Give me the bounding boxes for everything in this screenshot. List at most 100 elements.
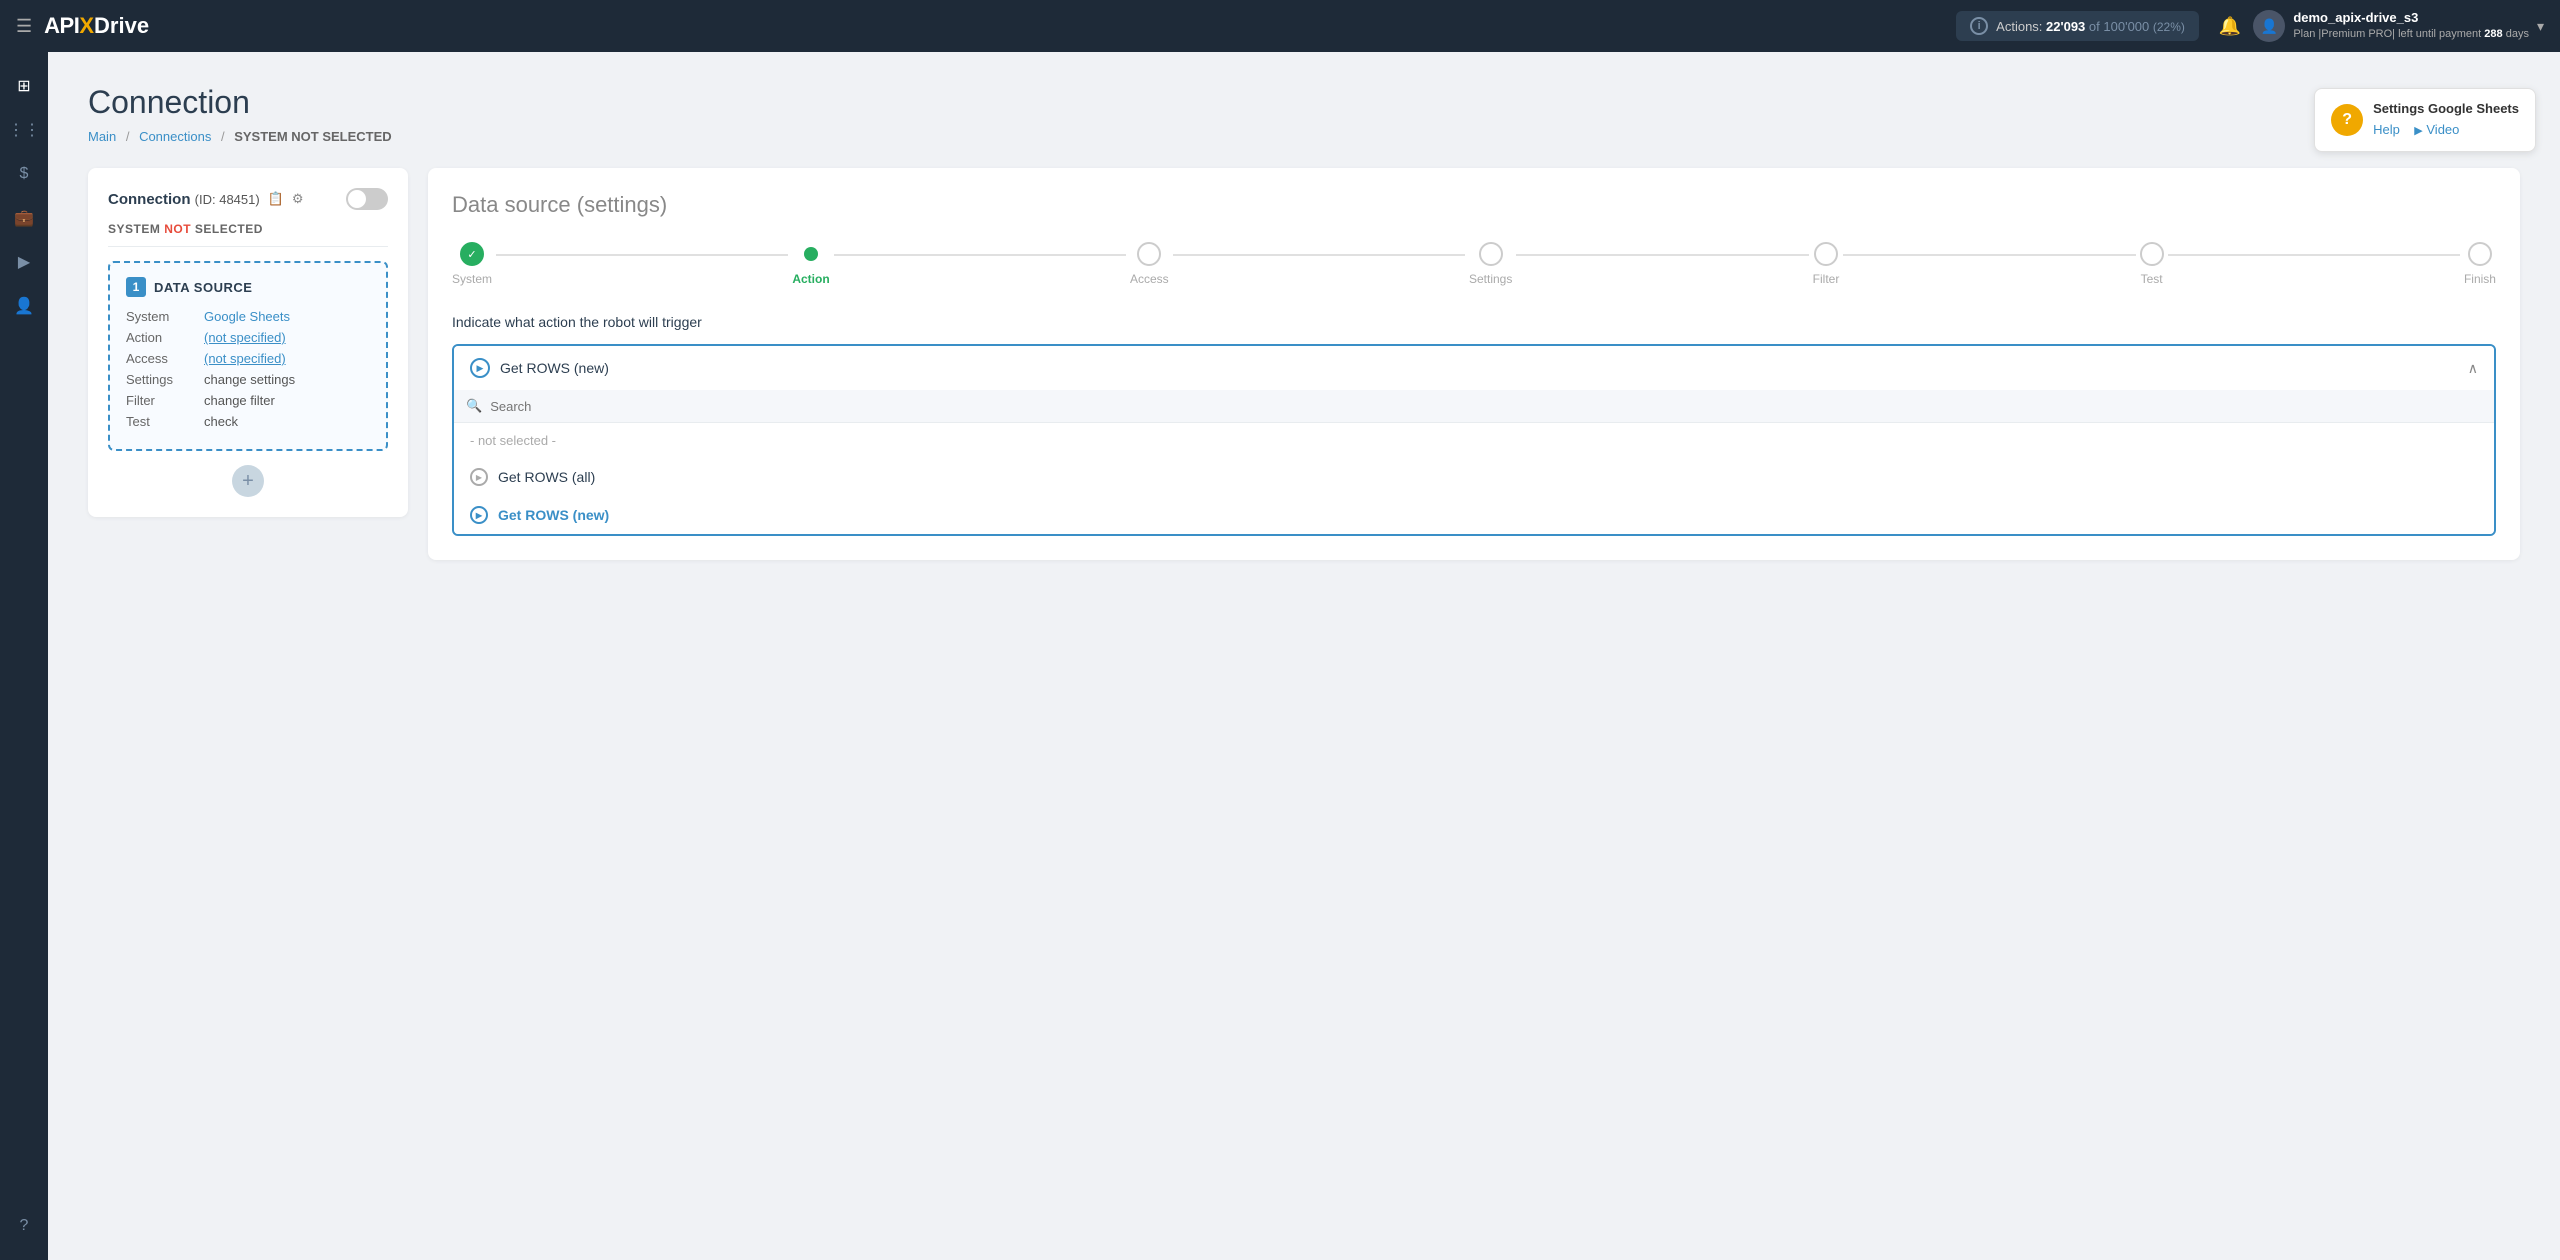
ds-label: DATA SOURCE — [154, 280, 252, 295]
breadcrumb-current: SYSTEM NOT SELECTED — [234, 129, 391, 144]
toggle-switch[interactable] — [346, 188, 388, 210]
step-circle-action — [804, 247, 818, 261]
user-area: 👤 demo_apix-drive_s3 Plan |Premium PRO| … — [2253, 10, 2544, 42]
steps: ✓ System Action Access — [452, 242, 2496, 286]
play-icon: ▶ — [470, 358, 490, 378]
chevron-down-icon[interactable]: ▾ — [2537, 18, 2544, 35]
step-circle-test — [2140, 242, 2164, 266]
step-test[interactable]: Test — [2140, 242, 2164, 286]
sidebar-item-briefcase[interactable]: 💼 — [6, 200, 42, 236]
action-dropdown: ▶ Get ROWS (new) ∧ 🔍 - not selected - ▶ … — [452, 344, 2496, 536]
step-line-1 — [496, 254, 788, 256]
sidebar: ⊞ ⋮⋮ $ 💼 ▶ 👤 ? — [0, 52, 48, 1260]
dropdown-selected: Get ROWS (new) — [500, 360, 609, 376]
left-panel: Connection (ID: 48451) 📋 ⚙ SYSTEM NOT SE… — [88, 168, 408, 517]
days-label: days — [2506, 28, 2529, 40]
breadcrumb: Main / Connections / SYSTEM NOT SELECTED — [88, 129, 2520, 144]
breadcrumb-main[interactable]: Main — [88, 129, 116, 144]
copy-icon[interactable]: 📋 — [268, 191, 284, 207]
info-icon: i — [1970, 17, 1988, 35]
actions-pct: (22%) — [2153, 20, 2185, 34]
sidebar-item-connections[interactable]: ⋮⋮ — [6, 112, 42, 148]
sidebar-item-help[interactable]: ? — [6, 1208, 42, 1244]
actions-label: Actions: — [1996, 19, 2042, 34]
help-tooltip: ? Settings Google Sheets Help ▶ Video — [2314, 88, 2536, 152]
dropdown-options: - not selected - ▶ Get ROWS (all) ▶ Get … — [454, 423, 2494, 534]
breadcrumb-connections[interactable]: Connections — [139, 129, 211, 144]
step-line-5 — [1843, 254, 2135, 256]
step-label-system: System — [452, 272, 492, 286]
step-label-filter: Filter — [1813, 272, 1840, 286]
step-label-test: Test — [2141, 272, 2163, 286]
step-action[interactable]: Action — [792, 242, 829, 286]
ds-number: 1 — [126, 277, 146, 297]
option-get-rows-new[interactable]: ▶ Get ROWS (new) — [454, 496, 2494, 534]
user-plan: Plan |Premium PRO| left until payment 28… — [2293, 27, 2529, 41]
option-play-icon-all: ▶ — [470, 468, 488, 486]
search-icon: 🔍 — [466, 398, 482, 414]
action-hint: Indicate what action the robot will trig… — [452, 314, 2496, 330]
search-input[interactable] — [490, 399, 2482, 414]
step-line-2 — [834, 254, 1126, 256]
panel-header: Connection (ID: 48451) 📋 ⚙ — [108, 188, 388, 210]
datasource-box: 1 DATA SOURCE System Google Sheets Actio… — [108, 261, 388, 451]
step-circle-finish — [2468, 242, 2492, 266]
step-finish[interactable]: Finish — [2464, 242, 2496, 286]
not-text: NOT — [164, 222, 191, 236]
step-line-3 — [1173, 254, 1465, 256]
menu-icon[interactable]: ☰ — [16, 16, 32, 37]
help-link[interactable]: Help — [2373, 122, 2400, 137]
help-links: Settings Google Sheets Help ▶ Video — [2373, 99, 2519, 141]
logo-drive: Drive — [94, 13, 149, 39]
step-line-4 — [1516, 254, 1808, 256]
add-datasource-button[interactable]: + — [232, 465, 264, 497]
dropdown-header[interactable]: ▶ Get ROWS (new) ∧ — [454, 346, 2494, 390]
sidebar-item-play[interactable]: ▶ — [6, 244, 42, 280]
ds-row-system: System Google Sheets — [126, 309, 370, 324]
dropdown-header-left: ▶ Get ROWS (new) — [470, 358, 609, 378]
ds-row-test: Test check — [126, 414, 370, 429]
option-play-icon-new: ▶ — [470, 506, 488, 524]
step-circle-filter — [1814, 242, 1838, 266]
main-content: Connection Main / Connections / SYSTEM N… — [48, 52, 2560, 1260]
breadcrumb-sep1: / — [126, 129, 130, 144]
ds-row-settings: Settings change settings — [126, 372, 370, 387]
breadcrumb-sep2: / — [221, 129, 225, 144]
plan-text: Plan |Premium PRO| left until payment — [2293, 28, 2481, 40]
days-count: 288 — [2484, 28, 2502, 40]
step-circle-system: ✓ — [460, 242, 484, 266]
option-label-all: Get ROWS (all) — [498, 469, 595, 485]
search-box: 🔍 — [454, 390, 2494, 423]
not-selected-label: - not selected - — [454, 423, 2494, 458]
content-row: Connection (ID: 48451) 📋 ⚙ SYSTEM NOT SE… — [88, 168, 2520, 560]
ds-row-access: Access (not specified) — [126, 351, 370, 366]
ds-header: 1 DATA SOURCE — [126, 277, 370, 297]
logo-x: X — [79, 13, 94, 39]
connection-title: Connection (ID: 48451) — [108, 191, 260, 208]
datasource-title: Data source (settings) — [452, 192, 2496, 218]
topbar: ☰ API X Drive i Actions: 22'093 of 100'0… — [0, 0, 2560, 52]
step-settings[interactable]: Settings — [1469, 242, 1512, 286]
user-info: demo_apix-drive_s3 Plan |Premium PRO| le… — [2293, 10, 2529, 41]
system-not-selected: SYSTEM NOT SELECTED — [108, 222, 388, 247]
gear-icon[interactable]: ⚙ — [292, 191, 304, 207]
sidebar-item-dashboard[interactable]: ⊞ — [6, 68, 42, 104]
step-access[interactable]: Access — [1130, 242, 1169, 286]
step-filter[interactable]: Filter — [1813, 242, 1840, 286]
option-get-rows-all[interactable]: ▶ Get ROWS (all) — [454, 458, 2494, 496]
right-panel: Data source (settings) ✓ System Action — [428, 168, 2520, 560]
help-title: Settings Google Sheets — [2373, 99, 2519, 120]
ds-row-action: Action (not specified) — [126, 330, 370, 345]
video-link[interactable]: Video — [2426, 122, 2459, 137]
sidebar-item-profile[interactable]: 👤 — [6, 288, 42, 324]
logo: API X Drive — [44, 13, 149, 39]
logo-api: API — [44, 13, 79, 39]
step-label-access: Access — [1130, 272, 1169, 286]
step-circle-access — [1137, 242, 1161, 266]
user-name: demo_apix-drive_s3 — [2293, 10, 2529, 27]
avatar: 👤 — [2253, 10, 2285, 42]
sidebar-item-billing[interactable]: $ — [6, 156, 42, 192]
step-line-6 — [2168, 254, 2460, 256]
bell-icon[interactable]: 🔔 — [2219, 16, 2241, 37]
step-system[interactable]: ✓ System — [452, 242, 492, 286]
